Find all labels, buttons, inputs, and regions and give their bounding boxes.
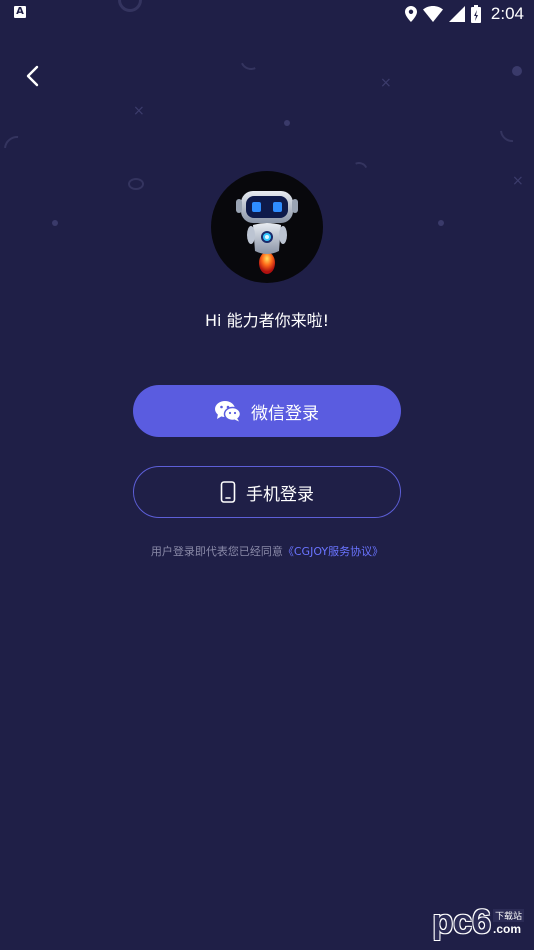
wechat-icon: [215, 401, 241, 422]
status-icons: 2:04: [404, 4, 524, 24]
agreement-notice: 用户登录即代表您已经同意《CGJOY服务协议》: [0, 543, 534, 559]
service-agreement-link[interactable]: 《CGJOY服务协议》: [283, 545, 383, 558]
background-arc-decoration: [495, 113, 529, 147]
background-dot-decoration: [52, 220, 58, 226]
phone-login-button[interactable]: 手机登录: [133, 466, 401, 518]
back-button[interactable]: [14, 58, 50, 94]
location-icon: [404, 6, 417, 22]
notification-app-icon: A: [14, 6, 26, 18]
wifi-icon: [422, 6, 443, 22]
robot-mascot-icon: [236, 191, 298, 274]
phone-login-label: 手机登录: [246, 484, 314, 505]
background-dot-decoration: [438, 220, 444, 226]
watermark-logo-text: pc6: [432, 903, 491, 941]
background-ring-decoration: [128, 178, 144, 190]
background-cross-decoration: ×: [512, 173, 524, 189]
agreement-prefix-text: 用户登录即代表您已经同意: [150, 545, 283, 558]
signal-icon: [448, 6, 465, 22]
background-dot-decoration: [512, 66, 522, 76]
avatar: [211, 171, 323, 283]
watermark-side: 下载站 .com: [492, 909, 524, 936]
watermark-domain: .com: [492, 922, 521, 936]
background-cross-decoration: ×: [380, 75, 392, 91]
chevron-left-icon: [26, 65, 39, 87]
battery-icon: [470, 5, 481, 23]
status-bar: A 2:04: [0, 0, 534, 28]
background-cross-decoration: ×: [133, 103, 145, 119]
smartphone-icon: [220, 481, 236, 503]
background-arc-decoration: [0, 130, 36, 168]
background-arc-decoration: [347, 159, 371, 183]
background-dot-decoration: [284, 120, 290, 126]
background-arc-decoration: [236, 44, 266, 74]
status-time: 2:04: [490, 4, 524, 23]
site-watermark: pc6 下载站 .com: [432, 903, 524, 942]
wechat-login-label: 微信登录: [251, 403, 319, 424]
watermark-tagline: 下载站: [492, 909, 524, 922]
wechat-login-button[interactable]: 微信登录: [133, 385, 401, 437]
greeting-text: Hi 能力者你来啦!: [205, 311, 329, 330]
